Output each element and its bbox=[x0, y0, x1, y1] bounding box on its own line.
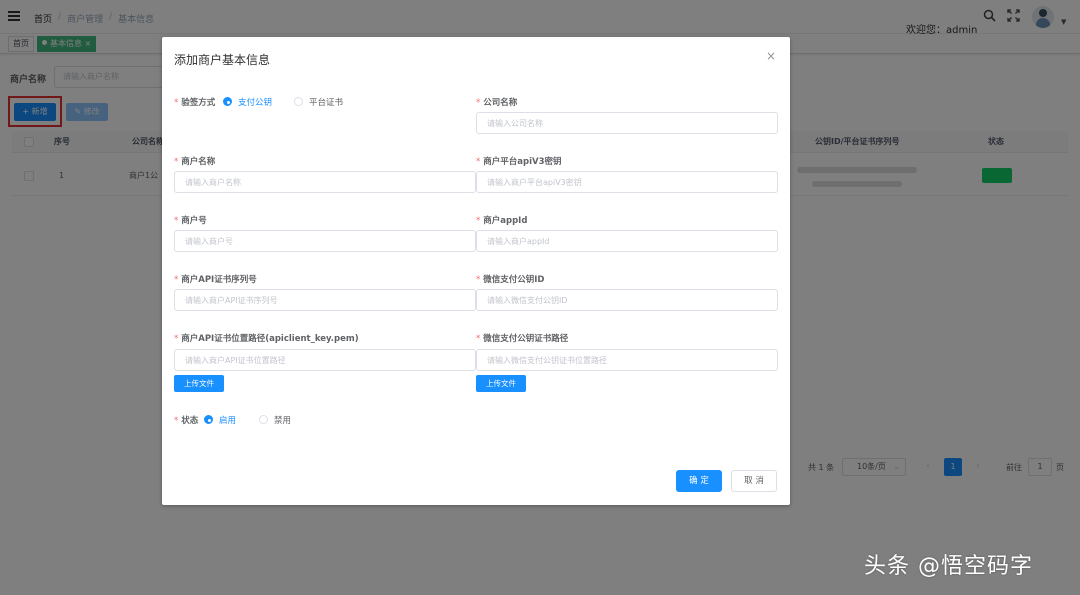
required-mark: * bbox=[174, 216, 178, 226]
wechat-pubkey-path-label-text: 微信支付公钥证书路径 bbox=[483, 334, 568, 344]
required-mark: * bbox=[476, 157, 480, 167]
confirm-button[interactable]: 确 定 bbox=[676, 470, 722, 492]
status-label: *状态 bbox=[174, 414, 198, 426]
api-cert-path-label-text: 商户API证书位置路径(apiclient_key.pem) bbox=[181, 334, 358, 344]
radio-checked-icon bbox=[204, 415, 213, 424]
required-mark: * bbox=[476, 216, 480, 226]
company-name-label: *公司名称 bbox=[476, 96, 517, 108]
dialog-title: 添加商户基本信息 bbox=[174, 51, 270, 68]
merchant-no-label: *商户号 bbox=[174, 214, 207, 226]
api-cert-serial-input[interactable] bbox=[174, 289, 476, 311]
apiv3-key-input[interactable] bbox=[476, 171, 778, 193]
radio-status-disabled-label: 禁用 bbox=[274, 416, 291, 426]
radio-platform-cert-label: 平台证书 bbox=[309, 98, 343, 108]
company-name-input[interactable] bbox=[476, 112, 778, 134]
required-mark: * bbox=[174, 416, 178, 426]
required-mark: * bbox=[174, 275, 178, 285]
api-cert-serial-label: *商户API证书序列号 bbox=[174, 273, 257, 285]
merchant-no-input[interactable] bbox=[174, 230, 476, 252]
close-icon[interactable]: × bbox=[766, 49, 776, 63]
wechat-pubkey-id-input[interactable] bbox=[476, 289, 778, 311]
required-mark: * bbox=[174, 334, 178, 344]
wechat-pubkey-id-label: *微信支付公钥ID bbox=[476, 273, 544, 285]
add-merchant-dialog: 添加商户基本信息 × *验签方式 支付公钥 平台证书 *公司名称 *商户名称 *… bbox=[162, 37, 790, 505]
radio-platform-cert[interactable]: 平台证书 bbox=[294, 96, 343, 108]
required-mark: * bbox=[174, 98, 178, 108]
wechat-pubkey-path-label: *微信支付公钥证书路径 bbox=[476, 332, 568, 344]
appid-label-text: 商户appId bbox=[483, 216, 527, 226]
api-cert-serial-label-text: 商户API证书序列号 bbox=[181, 275, 256, 285]
upload-wechat-pubkey-button[interactable]: 上传文件 bbox=[476, 375, 526, 392]
required-mark: * bbox=[476, 98, 480, 108]
merchant-name-label-text: 商户名称 bbox=[181, 157, 215, 167]
company-name-label-text: 公司名称 bbox=[483, 98, 517, 108]
radio-status-enabled-label: 启用 bbox=[219, 416, 236, 426]
radio-status-enabled[interactable]: 启用 bbox=[204, 414, 236, 426]
appid-label: *商户appId bbox=[476, 214, 527, 226]
wechat-pubkey-id-label-text: 微信支付公钥ID bbox=[483, 275, 544, 285]
radio-pay-public-key-label: 支付公钥 bbox=[238, 98, 272, 108]
cancel-button[interactable]: 取 消 bbox=[731, 470, 777, 492]
required-mark: * bbox=[476, 334, 480, 344]
api-cert-path-label: *商户API证书位置路径(apiclient_key.pem) bbox=[174, 332, 359, 344]
status-label-text: 状态 bbox=[181, 416, 198, 426]
merchant-name-input[interactable] bbox=[174, 171, 476, 193]
apiv3-key-label: *商户平台apiV3密钥 bbox=[476, 155, 561, 167]
radio-pay-public-key[interactable]: 支付公钥 bbox=[223, 96, 272, 108]
required-mark: * bbox=[174, 157, 178, 167]
sign-method-label-text: 验签方式 bbox=[181, 98, 215, 108]
watermark-text: 头条 @悟空码字 bbox=[864, 548, 1033, 580]
appid-input[interactable] bbox=[476, 230, 778, 252]
merchant-name-label: *商户名称 bbox=[174, 155, 215, 167]
required-mark: * bbox=[476, 275, 480, 285]
wechat-pubkey-path-input[interactable] bbox=[476, 349, 778, 371]
radio-unchecked-icon bbox=[259, 415, 268, 424]
radio-status-disabled[interactable]: 禁用 bbox=[259, 414, 291, 426]
upload-api-cert-button[interactable]: 上传文件 bbox=[174, 375, 224, 392]
apiv3-key-label-text: 商户平台apiV3密钥 bbox=[483, 157, 561, 167]
merchant-no-label-text: 商户号 bbox=[181, 216, 207, 226]
api-cert-path-input[interactable] bbox=[174, 349, 476, 371]
radio-checked-icon bbox=[223, 97, 232, 106]
radio-unchecked-icon bbox=[294, 97, 303, 106]
sign-method-label: *验签方式 bbox=[174, 96, 215, 108]
